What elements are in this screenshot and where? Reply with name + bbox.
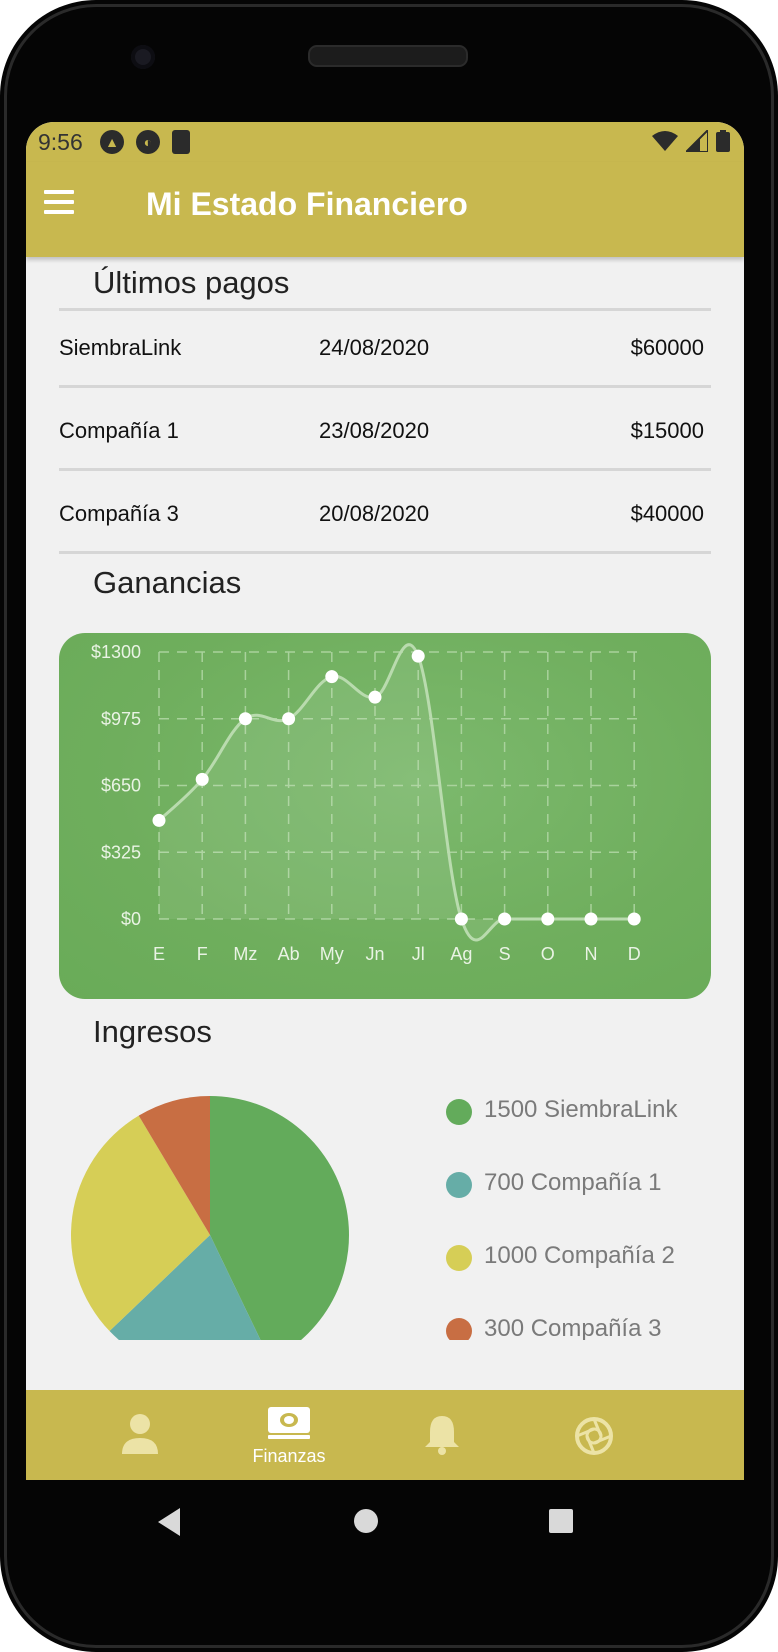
data-point[interactable] <box>238 712 252 726</box>
data-point[interactable] <box>498 912 512 926</box>
notification-icon: ▲ <box>100 130 124 154</box>
app-notification-icon: ◐ <box>136 130 160 154</box>
x-tick-label: D <box>628 944 641 964</box>
nav-profile[interactable] <box>65 1390 215 1480</box>
legend-item: 1000 Compañía 2 <box>446 1237 744 1277</box>
recents-icon[interactable] <box>548 1508 574 1534</box>
wifi-icon <box>652 131 678 151</box>
payment-amount: $60000 <box>630 335 704 360</box>
sd-card-icon <box>172 130 190 154</box>
payment-row[interactable]: Compañía 1 23/08/2020 $15000 <box>59 400 711 460</box>
nav-label: Finanzas <box>252 1446 326 1466</box>
y-tick-label: $325 <box>101 842 141 862</box>
payment-row[interactable]: Compañía 3 20/08/2020 $40000 <box>59 483 711 543</box>
legend-dot <box>446 1099 472 1125</box>
bottom-navigation: Finanzas <box>26 1390 744 1480</box>
app-bar: Mi Estado Financiero <box>26 162 744 257</box>
system-navigation-bar <box>26 1480 744 1560</box>
income-pie-chart <box>70 1096 349 1340</box>
payment-amount: $15000 <box>630 418 704 443</box>
front-camera <box>131 45 155 69</box>
y-tick-label: $650 <box>101 776 141 796</box>
data-point[interactable] <box>627 912 641 926</box>
legend-dot <box>446 1172 472 1198</box>
legend-dot <box>446 1245 472 1271</box>
legend-item: 700 Compañía 1 <box>446 1164 744 1204</box>
signal-icon <box>686 130 708 152</box>
menu-icon[interactable] <box>44 190 74 214</box>
x-tick-label: Jl <box>412 944 425 964</box>
home-icon[interactable] <box>353 1508 379 1534</box>
payment-date: 23/08/2020 <box>319 418 430 443</box>
payments-title: Últimos pagos <box>93 265 290 300</box>
y-tick-label: $0 <box>121 909 141 929</box>
legend-item: 1500 SiembraLink <box>446 1091 744 1131</box>
nav-settings[interactable] <box>519 1390 669 1480</box>
x-tick-label: Ab <box>278 944 300 964</box>
legend-label: 1000 Compañía 2 <box>484 1242 675 1269</box>
data-point[interactable] <box>152 813 166 827</box>
x-tick-label: O <box>541 944 555 964</box>
bell-icon <box>425 1416 459 1455</box>
legend-label: 300 Compañía 3 <box>484 1315 662 1340</box>
data-point[interactable] <box>454 912 468 926</box>
status-bar: 9:56 ▲ ◐ <box>26 122 744 162</box>
x-tick-label: My <box>320 944 344 964</box>
legend-item: 300 Compañía 3 <box>446 1310 744 1340</box>
money-icon <box>268 1407 310 1439</box>
data-point[interactable] <box>584 912 598 926</box>
data-point[interactable] <box>325 670 339 684</box>
nav-notifications[interactable] <box>367 1390 517 1480</box>
earpiece-speaker <box>308 45 468 67</box>
earnings-line-chart: $0 $325 $650 $975 $1300 E F Mz Ab My Jn Jl Ag S O N D <box>91 642 641 964</box>
divider <box>59 385 711 388</box>
app-title: Mi Estado Financiero <box>146 186 468 222</box>
payment-name: Compañía 3 <box>59 501 179 526</box>
series-area <box>159 644 635 941</box>
legend-dot <box>446 1318 472 1340</box>
main-content[interactable]: Últimos pagos SiembraLink 24/08/2020 $60… <box>26 257 744 1340</box>
payment-amount: $40000 <box>630 501 704 526</box>
x-tick-label: S <box>499 944 511 964</box>
battery-icon <box>716 130 730 152</box>
x-tick-label: Ag <box>450 944 472 964</box>
payment-date: 20/08/2020 <box>319 501 430 526</box>
earnings-chart-card: $0 $325 $650 $975 $1300 E F Mz Ab My Jn Jl Ag S O N D <box>59 633 711 999</box>
earnings-title: Ganancias <box>93 565 242 600</box>
divider <box>59 468 711 471</box>
nav-finanzas[interactable]: Finanzas <box>214 1390 364 1480</box>
x-tick-label: Jn <box>365 944 384 964</box>
income-title: Ingresos <box>93 1014 212 1049</box>
data-point[interactable] <box>195 772 209 786</box>
x-tick-label: E <box>153 944 165 964</box>
x-tick-label: Mz <box>233 944 257 964</box>
person-icon <box>122 1414 158 1454</box>
divider <box>59 308 711 311</box>
payment-date: 24/08/2020 <box>319 335 430 360</box>
y-tick-label: $975 <box>101 709 141 729</box>
legend-label: 1500 SiembraLink <box>484 1096 678 1123</box>
payment-row[interactable]: SiembraLink 24/08/2020 $60000 <box>59 317 711 377</box>
status-time: 9:56 <box>38 129 83 155</box>
screen: 9:56 ▲ ◐ Mi Estado Financiero Últimos pa… <box>26 122 744 1480</box>
aperture-icon <box>575 1417 613 1455</box>
data-point[interactable] <box>541 912 555 926</box>
back-icon[interactable] <box>156 1508 182 1536</box>
data-point[interactable] <box>282 712 296 726</box>
data-point[interactable] <box>411 649 425 663</box>
divider <box>59 551 711 554</box>
payment-name: Compañía 1 <box>59 418 179 443</box>
phone-frame: 9:56 ▲ ◐ Mi Estado Financiero Últimos pa… <box>0 0 778 1652</box>
y-tick-label: $1300 <box>91 642 141 662</box>
x-tick-label: N <box>585 944 598 964</box>
x-tick-label: F <box>197 944 208 964</box>
legend-label: 700 Compañía 1 <box>484 1169 662 1196</box>
payment-name: SiembraLink <box>59 335 182 360</box>
data-point[interactable] <box>368 690 382 704</box>
